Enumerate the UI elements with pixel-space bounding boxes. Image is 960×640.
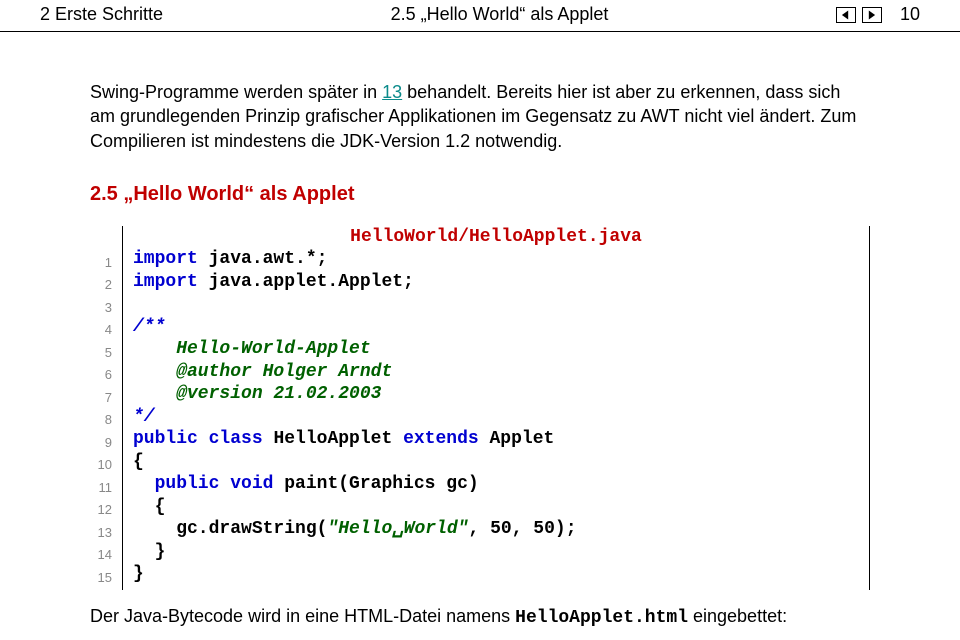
- code-keyword: extends: [403, 429, 479, 449]
- inline-filename: HelloApplet.html: [515, 608, 688, 628]
- section-heading: 2.5 „Hello World“ als Applet: [90, 181, 870, 208]
- code-text: {: [133, 452, 144, 472]
- line-number: 9: [90, 432, 112, 455]
- chapter-ref-link[interactable]: 13: [382, 82, 402, 102]
- line-number: 7: [90, 387, 112, 410]
- line-number: 6: [90, 364, 112, 387]
- code-filename: HelloWorld/HelloApplet.java: [133, 226, 859, 249]
- code-text: , 50, 50);: [468, 519, 576, 539]
- code-string: "Hello␣World": [327, 519, 468, 539]
- header-chapter: 2 Erste Schritte: [40, 4, 163, 25]
- triangle-right-icon: [867, 10, 876, 20]
- code-comment: Hello-World-Applet: [133, 339, 371, 359]
- code-keyword: public void: [133, 474, 284, 494]
- code-text: {: [133, 497, 165, 517]
- line-number: 2: [90, 274, 112, 297]
- after-text-2: eingebettet:: [688, 606, 787, 626]
- intro-paragraph: Swing-Programme werden später in 13 beha…: [90, 80, 870, 153]
- code-comment: @author Holger Arndt: [133, 362, 392, 382]
- code-keyword: public class: [133, 429, 273, 449]
- code-text: paint(Graphics gc): [284, 474, 478, 494]
- after-text-1: Der Java-Bytecode wird in eine HTML-Date…: [90, 606, 515, 626]
- code-text: }: [133, 564, 144, 584]
- line-number: 15: [90, 567, 112, 590]
- after-code-text: Der Java-Bytecode wird in eine HTML-Date…: [90, 604, 870, 630]
- code-text: gc.drawString(: [133, 519, 327, 539]
- code-comment: @version 21.02.2003: [133, 384, 381, 404]
- header-nav: 10: [836, 4, 920, 25]
- line-number: 5: [90, 342, 112, 365]
- line-number: 11: [90, 477, 112, 500]
- header-section: 2.5 „Hello World“ als Applet: [163, 4, 836, 25]
- line-number: 10: [90, 454, 112, 477]
- intro-text-1: Swing-Programme werden später in: [90, 82, 382, 102]
- page-content: Swing-Programme werden später in 13 beha…: [0, 32, 960, 640]
- line-number-gutter: 1 2 3 4 5 6 7 8 9 10 11 12 13 14 15: [90, 226, 122, 590]
- code-keyword: import: [133, 249, 198, 269]
- page-number: 10: [900, 4, 920, 25]
- code-text: HelloApplet: [273, 429, 403, 449]
- triangle-left-icon: [841, 10, 850, 20]
- code-text: java.applet.Applet;: [198, 272, 414, 292]
- code-text: }: [133, 542, 165, 562]
- line-number: 8: [90, 409, 112, 432]
- line-number: 4: [90, 319, 112, 342]
- line-number: 13: [90, 522, 112, 545]
- line-number: 14: [90, 544, 112, 567]
- code-body: HelloWorld/HelloApplet.java import java.…: [122, 226, 870, 590]
- code-comment: */: [133, 407, 155, 427]
- line-number: 12: [90, 499, 112, 522]
- code-text: java.awt.*;: [198, 249, 328, 269]
- line-number: 1: [90, 252, 112, 275]
- prev-page-button[interactable]: [836, 7, 856, 23]
- code-comment: /**: [133, 317, 165, 337]
- next-page-button[interactable]: [862, 7, 882, 23]
- code-listing: 1 2 3 4 5 6 7 8 9 10 11 12 13 14 15 Hell…: [90, 226, 870, 590]
- code-text: Applet: [479, 429, 555, 449]
- line-number: 3: [90, 297, 112, 320]
- page-header: 2 Erste Schritte 2.5 „Hello World“ als A…: [0, 0, 960, 32]
- code-keyword: import: [133, 272, 198, 292]
